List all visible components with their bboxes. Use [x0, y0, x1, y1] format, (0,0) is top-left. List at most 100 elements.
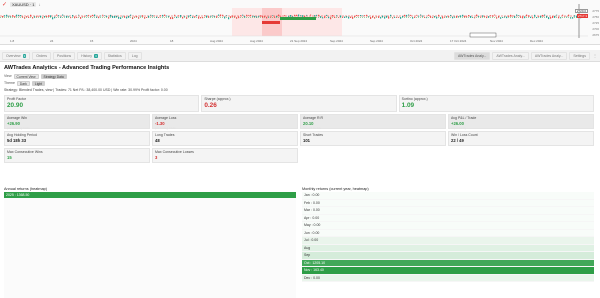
candle	[468, 15, 470, 17]
date-tick: Nov 2024	[490, 39, 503, 43]
candle	[398, 16, 400, 18]
candle	[430, 16, 432, 18]
card-label: Average Loss	[155, 116, 177, 120]
candle	[116, 15, 118, 18]
tab-positions[interactable]: Positions	[52, 51, 76, 60]
candle	[574, 15, 576, 17]
view-strategy-button[interactable]: Strategy Data	[40, 73, 67, 79]
candle	[488, 16, 490, 18]
card-label: Long Trades	[155, 133, 175, 137]
view-current-button[interactable]: Current View	[13, 73, 39, 79]
tab-orders[interactable]: Orders	[32, 51, 51, 60]
candle	[360, 15, 362, 16]
candle	[158, 17, 160, 18]
date-tick: 18	[170, 39, 174, 43]
candle	[26, 16, 28, 18]
more-icon[interactable]: ⋮	[592, 53, 598, 58]
candle	[434, 16, 436, 18]
candle	[328, 16, 330, 19]
candle	[348, 16, 350, 19]
candle	[394, 16, 396, 18]
tab-statistics[interactable]: Statistics	[103, 51, 126, 60]
theme-dark-button[interactable]: Dark	[16, 80, 30, 86]
candle	[92, 14, 94, 17]
tradingview-logo-icon: ✓	[2, 1, 8, 8]
candle	[138, 17, 140, 19]
annual-heatmap-area	[4, 198, 296, 298]
tab-label: AWTrades Analy...	[457, 53, 487, 58]
tab-history[interactable]: History 3	[77, 51, 102, 60]
candle	[362, 15, 364, 17]
candle	[490, 15, 492, 17]
candle	[58, 15, 60, 17]
tab-overview[interactable]: Overview 3	[2, 51, 31, 60]
annual-heatmap: Annual returns (heatmap) 2025 : 1368.50	[4, 186, 296, 298]
price-chart[interactable]: 1.8 24 15 2024 18 Aug 2024 Aug 2024 21 Sep 2024…	[0, 0, 600, 45]
bottom-panel-tabs: Overview 3 Orders Positions History 3 Stat…	[0, 50, 600, 62]
candle	[124, 16, 126, 18]
candle	[298, 14, 300, 17]
candle	[322, 17, 324, 19]
average-win-card: Average Win +26.90 per winning trade	[4, 114, 150, 130]
candle	[48, 15, 50, 17]
tab-label: Settings	[573, 53, 586, 58]
monthly-cell: Jul : 0.00	[302, 237, 594, 245]
candle	[134, 16, 136, 18]
tab-awtrades-3[interactable]: AWTrades Analy...	[530, 51, 568, 60]
candle	[38, 15, 40, 17]
candle	[104, 15, 106, 17]
position-marker-loss	[262, 21, 280, 24]
candle	[426, 17, 428, 19]
tab-label: Overview	[6, 53, 21, 58]
card-value: 1.09	[401, 102, 415, 109]
candle	[182, 16, 184, 19]
candle	[502, 17, 504, 19]
candle	[552, 16, 554, 19]
tab-awtrades-2[interactable]: AWTrades Analy...	[492, 51, 529, 60]
candle	[100, 15, 102, 17]
candle	[184, 16, 186, 18]
monthly-cell: May : 0.00	[302, 222, 594, 230]
candle	[140, 15, 142, 17]
candle	[178, 15, 180, 17]
candle	[440, 17, 442, 19]
candle	[566, 16, 568, 18]
card-sub: reward to risk	[303, 126, 322, 130]
candle	[146, 16, 148, 18]
candle	[366, 14, 368, 17]
candle	[478, 15, 480, 17]
candle	[540, 15, 542, 18]
candle	[378, 16, 380, 18]
candle	[228, 17, 230, 20]
monthly-cell: Dec : 0.00	[302, 274, 594, 282]
tab-awtrades-1[interactable]: AWTrades Analy...	[453, 51, 491, 60]
candle	[32, 17, 34, 19]
candle	[34, 16, 36, 18]
chevron-down-icon[interactable]: ↓	[38, 2, 40, 7]
candle	[214, 16, 216, 18]
candle	[390, 14, 392, 17]
tab-log[interactable]: Log	[127, 51, 142, 60]
tab-settings[interactable]: Settings	[569, 51, 590, 60]
chart-canvas[interactable]: 1.8 24 15 2024 18 Aug 2024 Aug 2024 21 Sep 2024…	[0, 0, 600, 45]
chart-shaded-region	[232, 8, 342, 36]
card-value: 22 / 49	[451, 138, 464, 143]
card-label: Sharpe (approx.)	[204, 97, 231, 101]
theme-light-button[interactable]: Light	[31, 80, 46, 86]
candle	[130, 14, 132, 16]
candle	[192, 16, 194, 19]
candle	[120, 17, 122, 19]
candle	[180, 14, 182, 17]
candle	[496, 17, 498, 19]
candle	[424, 17, 426, 19]
card-label: Short Trades	[303, 133, 324, 137]
candle	[36, 16, 38, 18]
symbol-label[interactable]: XAUUSD · 1	[10, 2, 37, 7]
candle	[30, 14, 32, 17]
candle	[306, 14, 308, 16]
candle	[188, 15, 190, 17]
candle	[538, 15, 540, 17]
candle	[572, 17, 574, 19]
candle	[380, 16, 382, 19]
candle	[258, 15, 260, 17]
